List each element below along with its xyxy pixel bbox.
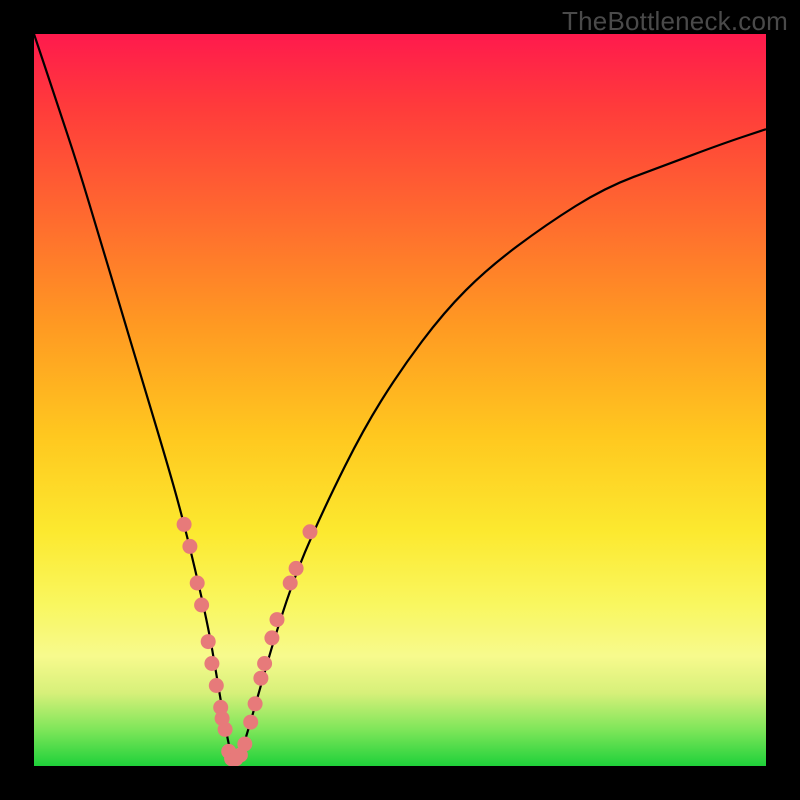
marker-dot: [204, 656, 219, 671]
marker-dot: [283, 576, 298, 591]
chart-frame: TheBottleneck.com: [0, 0, 800, 800]
marker-dot: [182, 539, 197, 554]
marker-dot: [194, 598, 209, 613]
marker-dot: [237, 737, 252, 752]
watermark-text: TheBottleneck.com: [562, 6, 788, 37]
scatter-markers: [177, 517, 318, 766]
marker-dot: [303, 524, 318, 539]
marker-dot: [177, 517, 192, 532]
marker-dot: [201, 634, 216, 649]
marker-dot: [270, 612, 285, 627]
marker-dot: [209, 678, 224, 693]
bottleneck-curve: [34, 34, 766, 759]
plot-area: [34, 34, 766, 766]
marker-dot: [248, 696, 263, 711]
marker-dot: [264, 630, 279, 645]
marker-dot: [257, 656, 272, 671]
marker-dot: [253, 671, 268, 686]
marker-dot: [243, 715, 258, 730]
chart-svg: [34, 34, 766, 766]
marker-dot: [289, 561, 304, 576]
marker-dot: [218, 722, 233, 737]
marker-dot: [190, 576, 205, 591]
